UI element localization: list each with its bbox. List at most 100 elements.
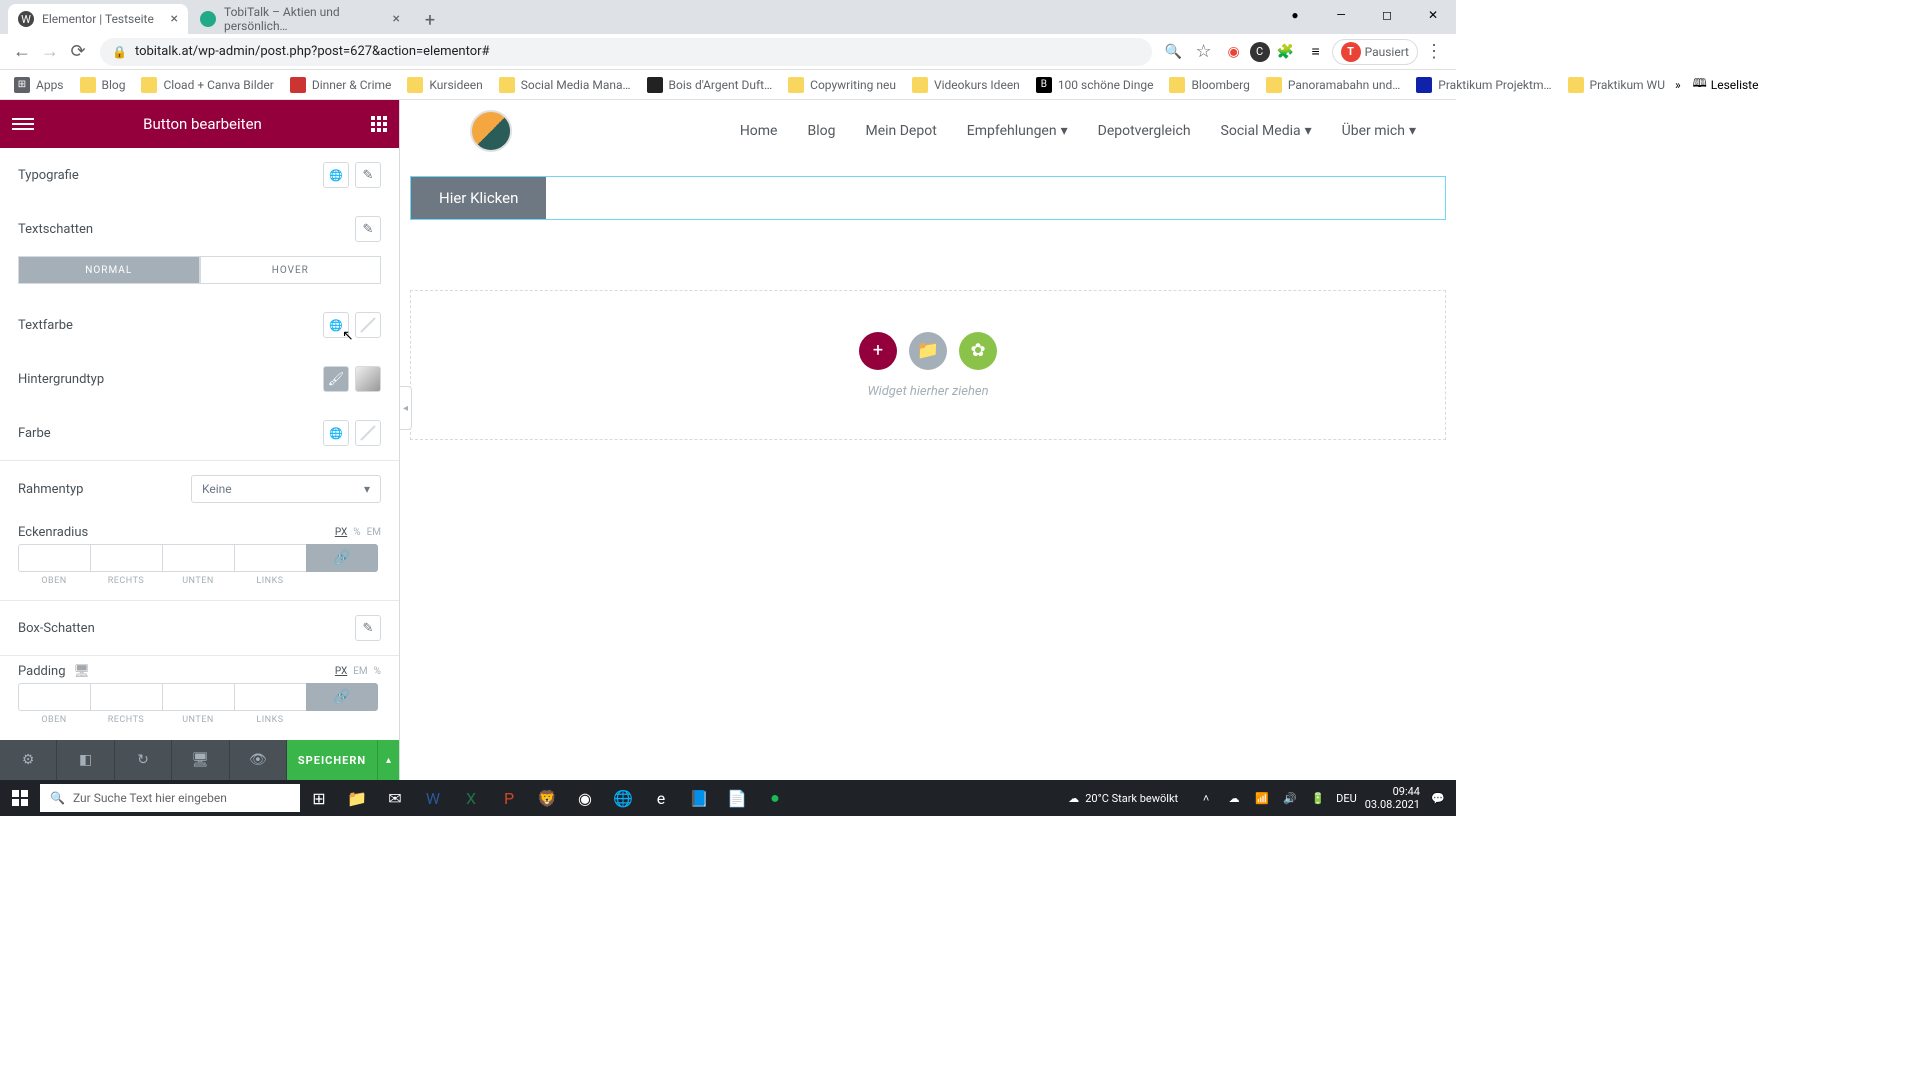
notepad-icon[interactable]: 📄 [718, 780, 756, 816]
bookmark[interactable]: Panoramabahn und… [1260, 74, 1406, 96]
radius-right[interactable] [90, 544, 162, 572]
tab-normal[interactable]: NORMAL [18, 256, 200, 284]
link-values-icon[interactable]: 🔗 [306, 683, 378, 711]
globe-icon[interactable] [323, 162, 349, 188]
kebab-icon[interactable]: ⋮ [1420, 38, 1448, 66]
nav-blog[interactable]: Blog [808, 123, 836, 139]
chrome-icon[interactable]: 🌐 [604, 780, 642, 816]
globe-icon[interactable] [323, 312, 349, 338]
pencil-icon[interactable] [355, 216, 381, 242]
template-button[interactable]: 📁 [909, 332, 947, 370]
chevron-right-icon[interactable]: » [1675, 78, 1681, 92]
puzzle-icon[interactable]: 🧩 [1272, 38, 1300, 66]
bookmark[interactable]: Dinner & Crime [284, 74, 398, 96]
save-options-icon[interactable]: ▴ [377, 740, 399, 780]
search-input[interactable]: 🔍 Zur Suche Text hier eingeben [40, 784, 300, 812]
padding-top[interactable] [18, 683, 90, 711]
button-element[interactable]: Hier Klicken [411, 177, 546, 219]
bookmark[interactable]: Videokurs Ideen [906, 74, 1026, 96]
app-icon[interactable]: 📘 [680, 780, 718, 816]
nav-about[interactable]: Über mich ▾ [1342, 123, 1416, 139]
clock[interactable]: 09:44 03.08.2021 [1365, 785, 1420, 811]
bookmark[interactable]: Cload + Canva Bilder [135, 74, 279, 96]
tab-hover[interactable]: HOVER [200, 256, 382, 284]
app-icon[interactable]: 🦁 [528, 780, 566, 816]
tray-chevron-icon[interactable]: ˄ [1196, 792, 1216, 805]
battery-icon[interactable]: 🔋 [1308, 792, 1328, 805]
nav-home[interactable]: Home [740, 123, 778, 139]
tab-active[interactable]: W Elementor | Testseite × [8, 4, 188, 34]
bookmark[interactable]: Bois d'Argent Duft… [641, 74, 779, 96]
bookmark[interactable]: Kursideen [401, 74, 488, 96]
color-swatch[interactable] [355, 312, 381, 338]
bookmarks-overflow[interactable]: » 🕮Leseliste [1675, 74, 1758, 95]
envato-button[interactable]: ✿ [959, 332, 997, 370]
ext-icon-1[interactable]: ◉ [1220, 38, 1248, 66]
unit-switcher[interactable]: PX EM % [335, 666, 381, 677]
notifications-icon[interactable]: 💬 [1428, 792, 1448, 805]
ext-icon-2[interactable]: C [1250, 42, 1270, 62]
bookmark[interactable]: Copywriting neu [782, 74, 902, 96]
button-widget[interactable]: Hier Klicken [410, 176, 1446, 220]
nav-depot[interactable]: Mein Depot [865, 123, 936, 139]
responsive-icon[interactable]: 🖥 [172, 740, 229, 780]
word-icon[interactable]: W [414, 780, 452, 816]
new-tab-button[interactable]: + [416, 6, 444, 34]
taskview-icon[interactable]: ⊞ [300, 780, 338, 816]
padding-left[interactable] [234, 683, 306, 711]
zoom-icon[interactable]: 🔍 [1160, 38, 1188, 66]
radius-bottom[interactable] [162, 544, 234, 572]
lang-indicator[interactable]: DEU [1336, 792, 1357, 805]
reload-button[interactable]: ⟳ [64, 38, 92, 66]
readlist-icon[interactable]: ≡ [1302, 38, 1330, 66]
bookmark[interactable]: B100 schöne Dinge [1030, 74, 1160, 96]
nav-empfehlungen[interactable]: Empfehlungen ▾ [967, 123, 1068, 139]
bg-gradient-icon[interactable] [355, 366, 381, 392]
globe-icon[interactable] [323, 420, 349, 446]
padding-right[interactable] [90, 683, 162, 711]
color-swatch[interactable] [355, 420, 381, 446]
bookmark[interactable]: Praktikum WU [1562, 74, 1671, 96]
back-button[interactable]: ← [8, 38, 36, 66]
drop-zone[interactable]: + 📁 ✿ Widget hierher ziehen [410, 290, 1446, 440]
bookmark-apps[interactable]: ⊞Apps [8, 74, 70, 96]
wifi-icon[interactable]: 📶 [1252, 792, 1272, 805]
start-button[interactable] [0, 780, 40, 816]
bg-classic-icon[interactable]: 🖌 [323, 366, 349, 392]
site-logo[interactable] [470, 110, 512, 152]
bookmark[interactable]: Blog [74, 74, 132, 96]
settings-icon[interactable]: ⚙ [0, 740, 57, 780]
maximize-icon[interactable]: ◻ [1364, 0, 1410, 30]
url-input[interactable]: 🔒 tobitalk.at/wp-admin/post.php?post=627… [100, 38, 1152, 66]
account-icon[interactable]: ● [1272, 0, 1318, 30]
volume-icon[interactable]: 🔊 [1280, 792, 1300, 805]
navigator-icon[interactable]: ◧ [57, 740, 114, 780]
pencil-icon[interactable] [355, 162, 381, 188]
spotify-icon[interactable]: ● [756, 780, 794, 816]
widgets-grid-icon[interactable] [371, 116, 387, 132]
save-button[interactable]: SPEICHERN [287, 740, 377, 780]
radius-left[interactable] [234, 544, 306, 572]
padding-bottom[interactable] [162, 683, 234, 711]
nav-depotvergleich[interactable]: Depotvergleich [1098, 123, 1191, 139]
profile-paused[interactable]: T Pausiert [1332, 39, 1418, 65]
excel-icon[interactable]: X [452, 780, 490, 816]
radius-top[interactable] [18, 544, 90, 572]
star-icon[interactable]: ☆ [1190, 38, 1218, 66]
onedrive-icon[interactable]: ☁ [1224, 792, 1244, 805]
preview-icon[interactable]: 👁 [230, 740, 287, 780]
minimize-icon[interactable]: — [1318, 0, 1364, 30]
mail-icon[interactable]: ✉ [376, 780, 414, 816]
close-icon[interactable]: × [385, 11, 400, 27]
bookmark[interactable]: Social Media Mana… [493, 74, 637, 96]
explorer-icon[interactable]: 📁 [338, 780, 376, 816]
forward-button[interactable]: → [36, 38, 64, 66]
bordertype-select[interactable]: Keine ▾ [191, 475, 381, 503]
nav-social[interactable]: Social Media ▾ [1221, 123, 1312, 139]
collapse-panel-icon[interactable]: ◂ [400, 386, 412, 430]
hamburger-icon[interactable] [12, 118, 34, 130]
close-window-icon[interactable]: ✕ [1410, 0, 1456, 30]
tab-inactive[interactable]: TobiTalk – Aktien und persönlich… × [190, 4, 410, 34]
bookmark[interactable]: Praktikum Projektm… [1410, 74, 1557, 96]
pencil-icon[interactable] [355, 615, 381, 641]
